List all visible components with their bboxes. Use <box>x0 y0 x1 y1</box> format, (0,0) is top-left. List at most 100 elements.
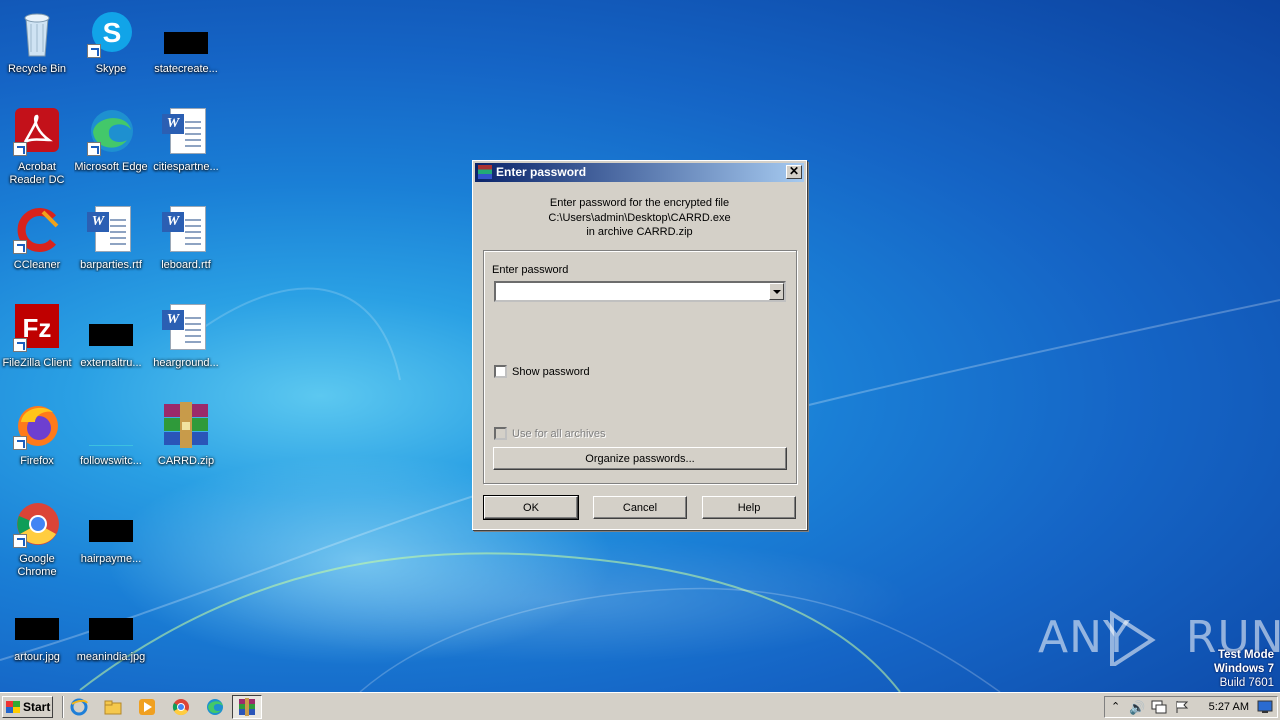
ccleaner-icon <box>13 206 61 254</box>
chevron-down-icon[interactable] <box>769 283 784 300</box>
redacted-file-icon <box>87 500 135 548</box>
desktop-icon-label: FileZilla Client <box>2 357 72 369</box>
close-button[interactable]: ✕ <box>786 165 802 179</box>
desktop-icon-meanindia[interactable]: meanindia.jpg <box>74 594 148 688</box>
edge-icon[interactable] <box>206 698 224 716</box>
desktop-icon-citiespartne[interactable]: W citiespartne... <box>149 104 223 198</box>
shortcut-arrow-icon <box>13 338 27 352</box>
desktop-icon-label: Google Chrome <box>17 553 57 578</box>
winrar-icon <box>239 698 255 716</box>
acrobat-reader-icon <box>13 108 61 156</box>
desktop-icon-label: CARRD.zip <box>157 455 215 467</box>
redacted-file-icon <box>87 304 135 352</box>
start-button[interactable]: Start <box>2 696 53 718</box>
redacted-file-icon <box>13 598 61 646</box>
desktop-icon-label: Recycle Bin <box>7 63 67 75</box>
watermark-line: Build 7601 <box>1219 677 1274 689</box>
network-icon[interactable] <box>1151 700 1167 714</box>
archive-name: in archive CARRD.zip <box>586 226 693 238</box>
desktop-icon-externaltru[interactable]: externaltru... <box>74 300 148 394</box>
desktop-icon-label: Firefox <box>20 455 54 467</box>
desktop-icon-hearground[interactable]: W hearground... <box>149 300 223 394</box>
desktop-icon-label: leboard.rtf <box>161 259 211 271</box>
desktop-icon-barparties[interactable]: W barparties.rtf <box>74 202 148 296</box>
blank-file-icon <box>87 402 135 450</box>
desktop-icon-filezilla[interactable]: Fz FileZilla Client <box>0 300 74 394</box>
shortcut-arrow-icon <box>87 44 101 58</box>
test-mode-watermark: Test Mode Windows 7 Build 7601 <box>1140 648 1274 690</box>
checkbox-box <box>494 427 507 440</box>
word-document-icon: W <box>87 206 135 254</box>
desktop-icon-recycle-bin[interactable]: Recycle Bin <box>0 6 74 100</box>
edge-icon <box>87 108 135 156</box>
redacted-file-icon <box>87 598 135 646</box>
winrar-archive-icon <box>162 402 210 450</box>
help-button[interactable]: Help <box>702 496 796 519</box>
filezilla-icon: Fz <box>13 304 61 352</box>
desktop-icon-statecreate[interactable]: statecreate... <box>149 6 223 100</box>
desktop-icon-label: Microsoft Edge <box>74 161 148 173</box>
taskbar-winrar-button[interactable] <box>232 695 262 719</box>
desktop-icon-acrobat[interactable]: Acrobat Reader DC <box>0 104 74 198</box>
show-password-label: Show password <box>512 365 590 378</box>
desktop-icon-label: meanindia.jpg <box>76 651 146 663</box>
dialog-message: Enter password for the encrypted file C:… <box>473 196 806 240</box>
winrar-icon <box>478 165 492 179</box>
desktop-icon-followswitc[interactable]: followswitc... <box>74 398 148 492</box>
desktop-icon-firefox[interactable]: Firefox <box>0 398 74 492</box>
message-line: Enter password for the encrypted file <box>549 197 730 209</box>
word-document-icon: W <box>162 304 210 352</box>
password-combobox[interactable] <box>494 281 786 302</box>
media-player-icon[interactable] <box>138 698 156 716</box>
show-password-checkbox[interactable]: Show password <box>494 365 590 378</box>
file-explorer-icon[interactable] <box>104 698 122 716</box>
shortcut-arrow-icon <box>87 142 101 156</box>
start-label: Start <box>23 700 51 714</box>
organize-passwords-button[interactable]: Organize passwords... <box>493 447 787 470</box>
action-center-flag-icon[interactable] <box>1175 700 1189 714</box>
desktop-icon-label: citiespartne... <box>153 161 219 173</box>
watermark-line: Windows 7 <box>1214 663 1274 675</box>
shortcut-arrow-icon <box>13 142 27 156</box>
desktop-icon-skype[interactable]: S Skype <box>74 6 148 100</box>
desktop-icon-label: Skype <box>95 63 127 75</box>
show-hidden-icons-chevron[interactable]: ⌃ <box>1111 700 1120 713</box>
taskbar: Start ⌃ 🔊 5:27 AM <box>0 692 1280 720</box>
desktop-icon-carrd-zip[interactable]: CARRD.zip <box>149 398 223 492</box>
desktop-icon-artour[interactable]: artour.jpg <box>0 594 74 688</box>
show-desktop-icon[interactable] <box>1257 700 1273 714</box>
shortcut-arrow-icon <box>13 534 27 548</box>
volume-icon[interactable]: 🔊 <box>1129 700 1145 716</box>
internet-explorer-icon[interactable] <box>70 698 88 716</box>
ok-button[interactable]: OK <box>483 495 579 520</box>
chrome-icon[interactable] <box>172 698 190 716</box>
cancel-button[interactable]: Cancel <box>593 496 687 519</box>
svg-text:S: S <box>103 17 122 48</box>
windows-logo-icon <box>6 701 20 713</box>
desktop-icon-hairpayme[interactable]: hairpayme... <box>74 496 148 590</box>
enter-password-dialog: Enter password ✕ Enter password for the … <box>472 160 807 530</box>
dialog-titlebar[interactable]: Enter password ✕ <box>475 163 804 182</box>
desktop-icon-chrome[interactable]: Google Chrome <box>0 496 74 590</box>
desktop-icon-leboard[interactable]: W leboard.rtf <box>149 202 223 296</box>
file-path: C:\Users\admin\Desktop\CARRD.exe <box>548 211 731 224</box>
desktop-icon-ccleaner[interactable]: CCleaner <box>0 202 74 296</box>
dialog-title: Enter password <box>496 165 587 179</box>
desktop-icon-label: externaltru... <box>80 357 142 369</box>
desktop-icon-edge[interactable]: Microsoft Edge <box>74 104 148 198</box>
desktop-icon-label: hairpayme... <box>80 553 142 565</box>
system-tray: ⌃ 🔊 5:27 AM <box>1104 696 1278 718</box>
checkbox-box[interactable] <box>494 365 507 378</box>
desktop-icon-label: Acrobat Reader DC <box>9 161 65 186</box>
shortcut-arrow-icon <box>13 436 27 450</box>
skype-icon: S <box>87 10 135 58</box>
desktop-icon-label: hearground... <box>153 357 219 369</box>
password-label: Enter password <box>492 264 569 276</box>
taskbar-clock[interactable]: 5:27 AM <box>1209 701 1249 713</box>
desktop-icon-label: barparties.rtf <box>80 259 142 271</box>
desktop-icon-label: followswitc... <box>80 455 142 467</box>
shortcut-arrow-icon <box>13 240 27 254</box>
desktop-icon-label: statecreate... <box>154 63 218 75</box>
desktop-icon-label: CCleaner <box>13 259 61 271</box>
watermark-line: Test Mode <box>1217 649 1274 661</box>
